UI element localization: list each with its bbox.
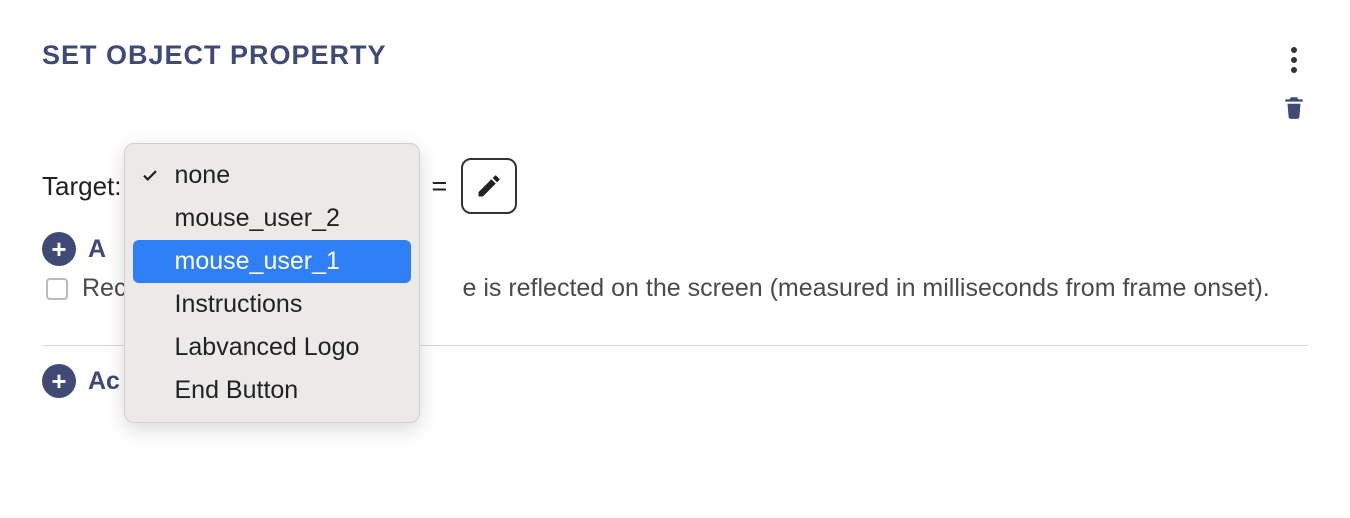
- more-menu-button[interactable]: [1280, 46, 1308, 74]
- equals-sign: =: [432, 171, 448, 202]
- dropdown-option-label: mouse_user_2: [175, 204, 340, 232]
- dropdown-option-end-button[interactable]: End Button: [125, 369, 419, 412]
- dropdown-option-label: mouse_user_1: [175, 247, 340, 275]
- dropdown-option-label: Instructions: [175, 290, 303, 318]
- dropdown-option-mouse-user-1[interactable]: mouse_user_1: [133, 240, 411, 283]
- add-property-label: A: [88, 235, 106, 264]
- dropdown-option-labvanced-logo[interactable]: Labvanced Logo: [125, 326, 419, 369]
- record-label-prefix: Rec: [82, 274, 126, 303]
- target-dropdown-menu[interactable]: none mouse_user_2 mouse_user_1 Instructi…: [124, 143, 420, 423]
- delete-action-button[interactable]: [1281, 92, 1307, 122]
- dropdown-option-instructions[interactable]: Instructions: [125, 283, 419, 326]
- kebab-icon: [1291, 47, 1297, 73]
- dropdown-option-label: Labvanced Logo: [175, 333, 360, 361]
- dropdown-option-label: none: [175, 161, 231, 189]
- plus-circle-icon: +: [42, 232, 76, 266]
- record-label-suffix: e is reflected on the screen (measured i…: [462, 274, 1269, 303]
- plus-circle-icon: +: [42, 364, 76, 398]
- edit-value-button[interactable]: [461, 158, 517, 214]
- panel-title: SET OBJECT PROPERTY: [42, 40, 387, 71]
- dropdown-option-mouse-user-2[interactable]: mouse_user_2: [125, 197, 419, 240]
- check-icon: [141, 166, 159, 184]
- target-label: Target:: [42, 171, 122, 202]
- trash-icon: [1281, 92, 1307, 122]
- dropdown-option-label: End Button: [175, 376, 299, 404]
- pencil-icon: [475, 172, 503, 200]
- dropdown-option-none[interactable]: none: [125, 154, 419, 197]
- record-checkbox[interactable]: [46, 278, 68, 300]
- add-action-label: Ac: [88, 367, 120, 396]
